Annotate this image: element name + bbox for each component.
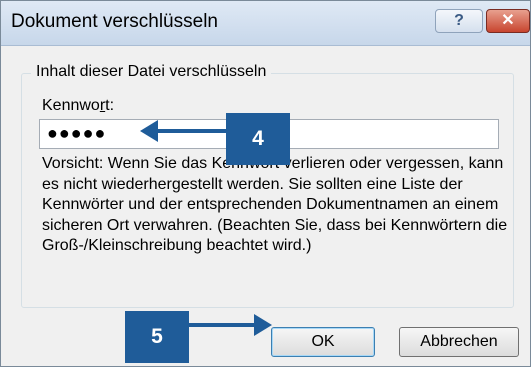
title-bar[interactable]: Dokument verschlüsseln ? ✕ [1, 1, 530, 46]
password-label: Kennwort: [42, 97, 115, 114]
warning-text: Vorsicht: Wenn Sie das Kennwort verliere… [42, 155, 508, 254]
help-button[interactable]: ? [435, 9, 483, 33]
close-button[interactable]: ✕ [486, 9, 530, 33]
question-mark-icon: ? [454, 12, 464, 29]
step-4-callout: 4 [226, 113, 290, 165]
step-5-callout: 5 [125, 311, 189, 363]
close-icon: ✕ [501, 12, 515, 29]
window-title: Dokument verschlüsseln [11, 11, 218, 32]
group-legend: Inhalt dieser Datei verschlüsseln [31, 63, 272, 81]
cancel-button[interactable]: Abbrechen [399, 327, 519, 357]
ok-button[interactable]: OK [271, 327, 375, 357]
encrypt-document-dialog: Dokument verschlüsseln ? ✕ Inhalt dieser… [0, 0, 531, 367]
dialog-content: Inhalt dieser Datei verschlüsseln Kennwo… [1, 46, 530, 366]
